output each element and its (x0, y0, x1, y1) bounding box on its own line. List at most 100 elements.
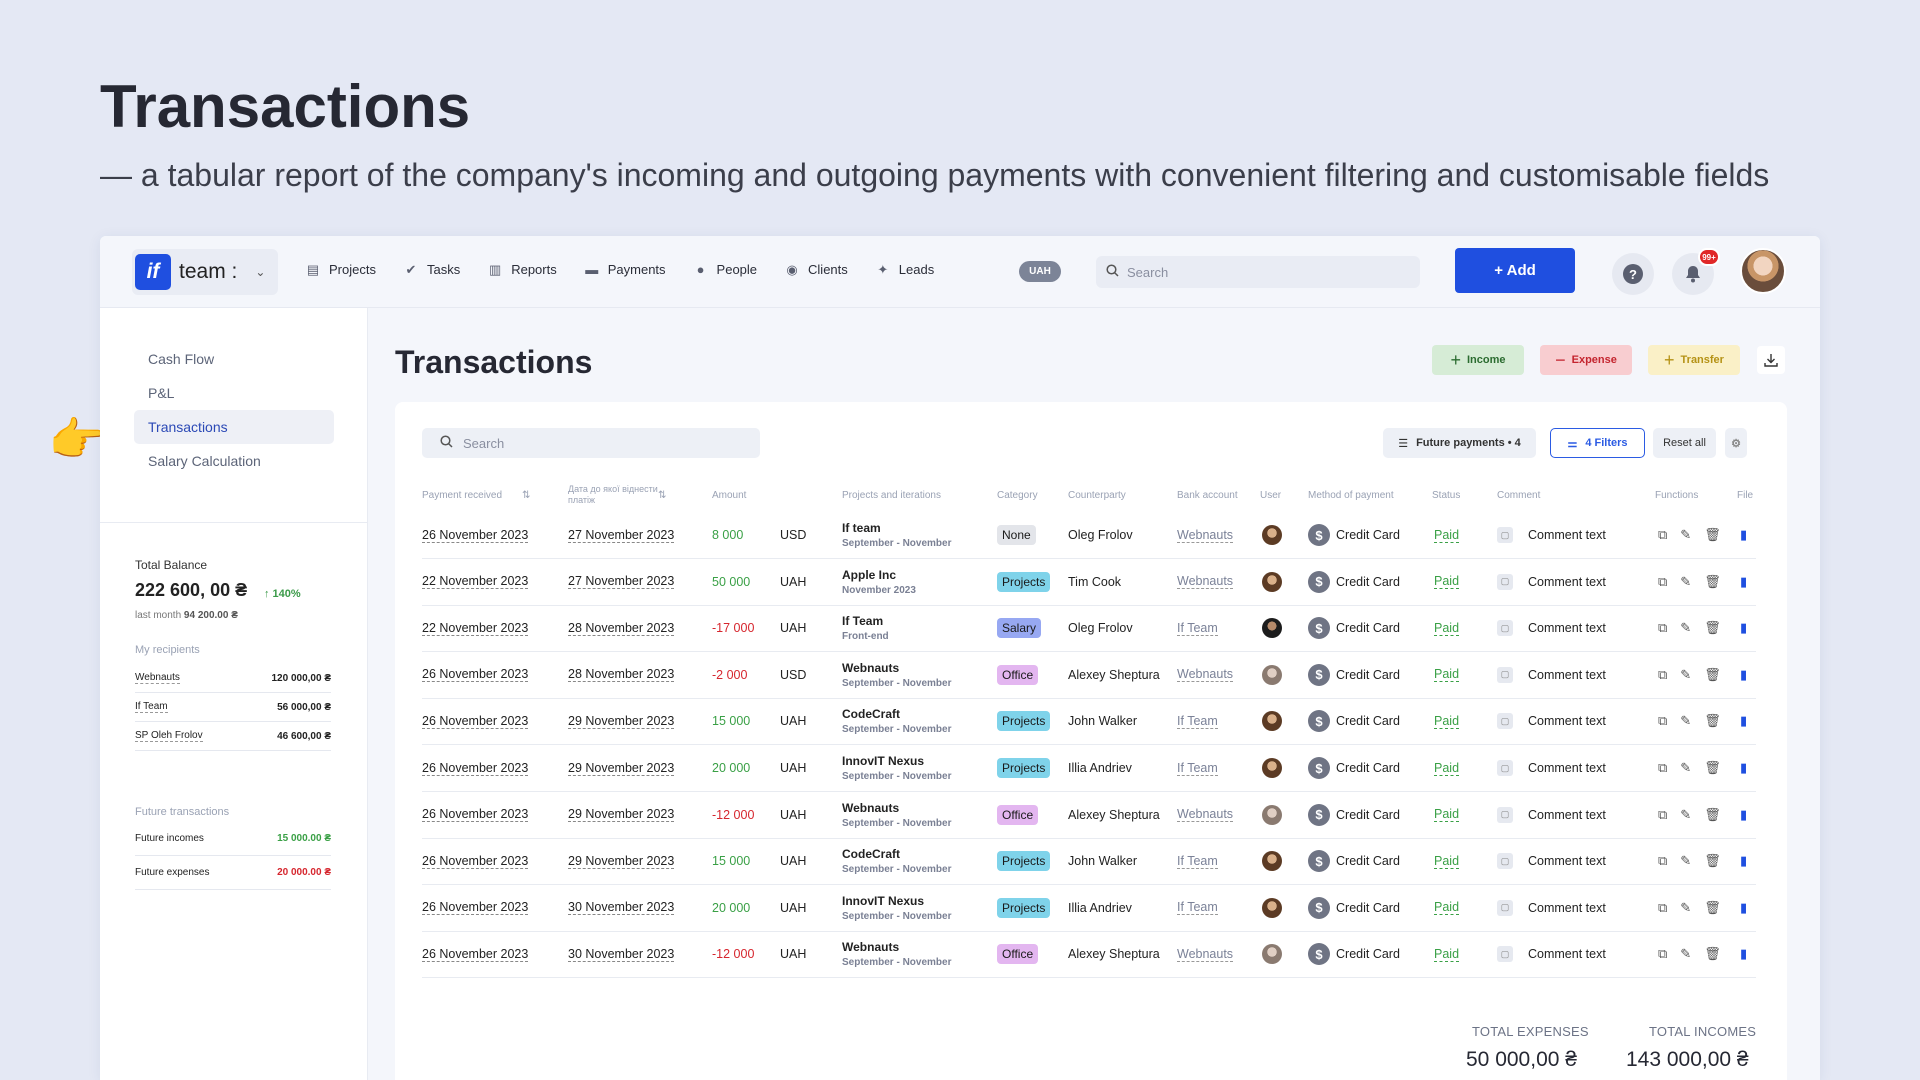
status[interactable]: Paid (1434, 667, 1460, 683)
assign-date[interactable]: 27 November 2023 (568, 574, 675, 590)
comment-cell[interactable]: ▢ Comment text (1497, 605, 1606, 651)
user-avatar[interactable] (1262, 571, 1282, 592)
bank-account[interactable]: Webnauts (1177, 574, 1234, 590)
transfer-button[interactable]: + Transfer (1648, 345, 1740, 375)
assign-date[interactable]: 29 November 2023 (568, 714, 675, 729)
copy-icon[interactable]: ⧉ (1658, 900, 1667, 916)
expense-button[interactable]: − Expense (1540, 345, 1632, 375)
assign-date[interactable]: 28 November 2023 (568, 667, 675, 683)
file-icon[interactable]: ▮ (1740, 900, 1747, 916)
project-cell[interactable]: Webnauts September - November (842, 792, 951, 838)
copy-icon[interactable]: ⧉ (1658, 667, 1667, 683)
global-search-input[interactable]: Search (1096, 256, 1420, 288)
user-avatar[interactable] (1262, 618, 1282, 639)
trash-icon[interactable]: 🗑 (1704, 574, 1721, 590)
project-cell[interactable]: If team September - November (842, 512, 951, 558)
status[interactable]: Paid (1434, 900, 1460, 916)
bank-account[interactable]: If Team (1177, 761, 1218, 776)
project-cell[interactable]: CodeCraft September - November (842, 698, 951, 744)
project-cell[interactable]: CodeCraft September - November (842, 838, 951, 884)
table-row[interactable]: 26 November 2023 27 November 2023 8 000 USD… (422, 512, 1756, 559)
file-icon[interactable]: ▮ (1740, 620, 1747, 636)
file-icon[interactable]: ▮ (1740, 667, 1747, 683)
user-avatar[interactable] (1262, 664, 1282, 685)
bank-account[interactable]: Webnauts (1177, 947, 1234, 962)
category-badge[interactable]: Salary (997, 618, 1042, 639)
nav-item-projects[interactable]: ▤ Projects (306, 262, 376, 278)
trash-icon[interactable]: 🗑 (1704, 620, 1721, 636)
nav-item-clients[interactable]: ◉ Clients (785, 262, 847, 278)
payment-received-date[interactable]: 26 November 2023 (422, 947, 529, 962)
assign-date[interactable]: 29 November 2023 (568, 807, 675, 823)
file-icon[interactable]: ▮ (1740, 760, 1747, 776)
comment-cell[interactable]: ▢ Comment text (1497, 792, 1606, 838)
copy-icon[interactable]: ⧉ (1658, 713, 1667, 729)
project-cell[interactable]: Webnauts September - November (842, 652, 951, 698)
table-row[interactable]: 26 November 2023 29 November 2023 15 000 UA… (422, 838, 1756, 886)
table-row[interactable]: 26 November 2023 28 November 2023 -2 000 US… (422, 652, 1756, 699)
currency-badge[interactable]: UAH (1019, 261, 1061, 282)
file-icon[interactable]: ▮ (1740, 853, 1747, 869)
payment-received-date[interactable]: 26 November 2023 (422, 528, 529, 543)
future-payments-filter[interactable]: ☰ Future payments • 4 (1383, 428, 1536, 458)
table-row[interactable]: 26 November 2023 30 November 2023 -12 000 U… (422, 931, 1756, 979)
bank-account[interactable]: If Team (1177, 714, 1218, 729)
reset-all-button[interactable]: Reset all (1653, 428, 1716, 458)
table-row[interactable]: 26 November 2023 29 November 2023 20 000 UA… (422, 745, 1756, 792)
edit-icon[interactable]: ✎ (1680, 760, 1691, 776)
payment-received-date[interactable]: 26 November 2023 (422, 807, 529, 823)
category-badge[interactable]: Office (997, 664, 1039, 685)
file-icon[interactable]: ▮ (1740, 713, 1747, 729)
category-badge[interactable]: None (997, 525, 1036, 545)
category-badge[interactable]: Office (997, 944, 1039, 965)
category-badge[interactable]: Projects (997, 571, 1051, 592)
comment-cell[interactable]: ▢ Comment text (1497, 885, 1606, 931)
recipient-row[interactable]: If Team 56 000,00 ₴ (135, 693, 331, 722)
table-row[interactable]: 26 November 2023 29 November 2023 -12 000 U… (422, 792, 1756, 839)
trash-icon[interactable]: 🗑 (1704, 853, 1721, 869)
copy-icon[interactable]: ⧉ (1658, 574, 1667, 590)
assign-date[interactable]: 29 November 2023 (568, 761, 675, 776)
trash-icon[interactable]: 🗑 (1704, 807, 1721, 823)
comment-cell[interactable]: ▢ Comment text (1497, 698, 1606, 744)
user-avatar[interactable] (1740, 248, 1786, 294)
bank-account[interactable]: Webnauts (1177, 807, 1234, 823)
copy-icon[interactable]: ⧉ (1658, 807, 1667, 823)
edit-icon[interactable]: ✎ (1680, 574, 1691, 590)
trash-icon[interactable]: 🗑 (1704, 760, 1721, 776)
copy-icon[interactable]: ⧉ (1658, 853, 1667, 869)
user-avatar[interactable] (1262, 711, 1282, 732)
settings-gear-icon[interactable]: ⚙ (1725, 428, 1747, 458)
edit-icon[interactable]: ✎ (1680, 667, 1691, 683)
status[interactable]: Paid (1434, 574, 1460, 590)
category-badge[interactable]: Projects (997, 711, 1051, 732)
bank-account[interactable]: If Team (1177, 854, 1218, 869)
copy-icon[interactable]: ⧉ (1658, 760, 1667, 776)
user-avatar[interactable] (1262, 804, 1282, 825)
trash-icon[interactable]: 🗑 (1704, 667, 1721, 683)
comment-cell[interactable]: ▢ Comment text (1497, 838, 1606, 884)
file-icon[interactable]: ▮ (1740, 946, 1747, 962)
table-row[interactable]: 22 November 2023 27 November 2023 50 000 UA… (422, 559, 1756, 606)
table-row[interactable]: 26 November 2023 29 November 2023 15 000 UA… (422, 698, 1756, 746)
table-row[interactable]: 26 November 2023 30 November 2023 20 000 UA… (422, 885, 1756, 932)
status[interactable]: Paid (1434, 854, 1460, 869)
project-cell[interactable]: InnovIT Nexus September - November (842, 885, 951, 931)
file-icon[interactable]: ▮ (1740, 574, 1747, 590)
category-badge[interactable]: Office (997, 804, 1039, 825)
file-icon[interactable]: ▮ (1740, 527, 1747, 543)
sidebar-item-salary-calculation[interactable]: Salary Calculation (134, 444, 334, 478)
bank-account[interactable]: If Team (1177, 621, 1218, 636)
edit-icon[interactable]: ✎ (1680, 853, 1691, 869)
category-badge[interactable]: Projects (997, 851, 1051, 872)
copy-icon[interactable]: ⧉ (1658, 620, 1667, 636)
assign-date[interactable]: 29 November 2023 (568, 854, 675, 869)
payment-received-date[interactable]: 26 November 2023 (422, 900, 529, 916)
trash-icon[interactable]: 🗑 (1704, 946, 1721, 962)
nav-item-people[interactable]: ● People (694, 262, 757, 277)
assign-date[interactable]: 30 November 2023 (568, 947, 675, 962)
status[interactable]: Paid (1434, 807, 1460, 823)
workspace-switcher[interactable]: if team : ⌄ (132, 249, 278, 295)
trash-icon[interactable]: 🗑 (1704, 527, 1721, 543)
sort-icon[interactable]: ⇅ (658, 478, 666, 512)
